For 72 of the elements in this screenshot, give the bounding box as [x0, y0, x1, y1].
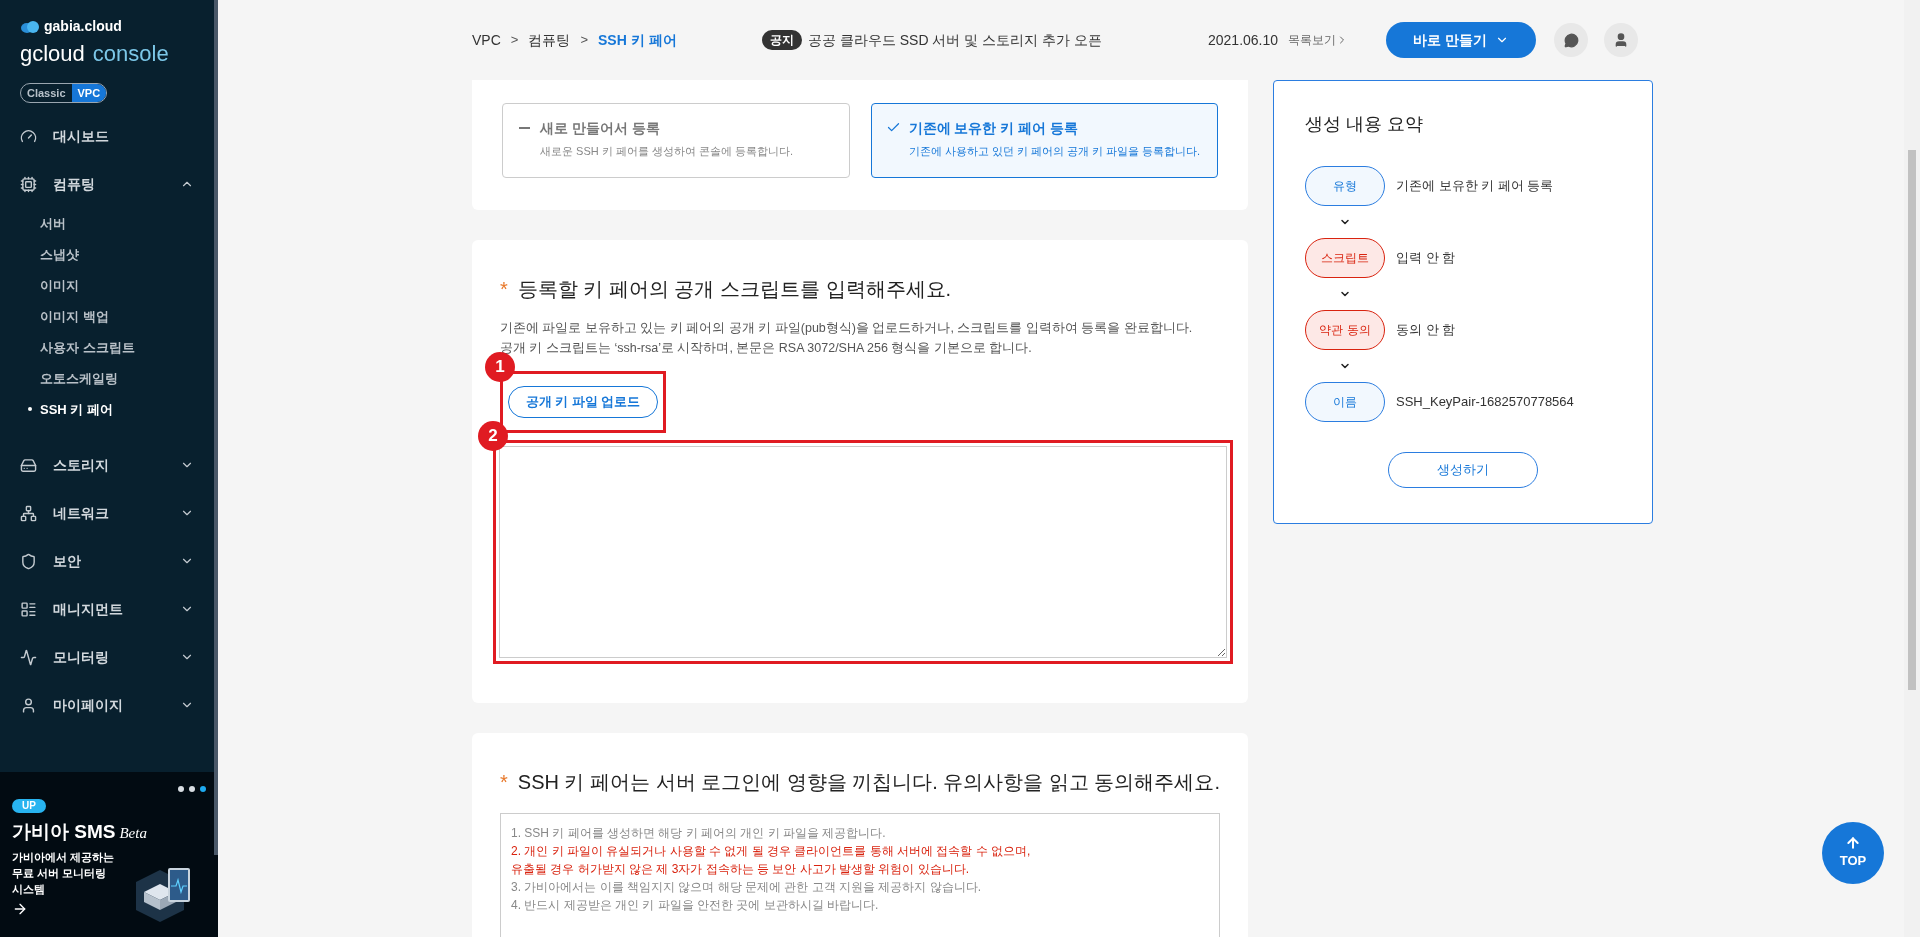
step-tag: 약관 동의: [1305, 310, 1385, 350]
nav-item[interactable]: 모니터링: [20, 633, 218, 681]
page-scrollbar[interactable]: [1904, 0, 1920, 937]
promo-text: 무료 서버 모니터링: [12, 865, 108, 881]
breadcrumb-separator: >: [580, 31, 588, 50]
console-title: gcloud: [20, 40, 85, 68]
terms-text: 3. 가비아에서는 이를 책임지지 않으며 해당 문제에 관한 고객 지원을 제공하지 않습니다.: [511, 879, 982, 896]
nav-item[interactable]: 컴퓨팅: [20, 160, 218, 208]
notice-text[interactable]: 공공 클라우드 SSD 서버 및 스토리지 추가 오픈: [808, 29, 1208, 51]
notice-date: 2021.06.10: [1208, 30, 1279, 50]
update-badge: UP: [12, 799, 46, 813]
nav-subitem[interactable]: 이미지: [20, 270, 218, 301]
breadcrumb-separator: >: [510, 31, 519, 50]
step-tag: 스크립트: [1305, 238, 1385, 278]
account-button[interactable]: [1604, 23, 1639, 57]
notice-badge: 공지: [762, 30, 802, 50]
nav-item[interactable]: 매니지먼트: [20, 585, 218, 633]
drive-icon: [20, 456, 37, 474]
step-value: 동의 안 함: [1396, 321, 1456, 340]
breadcrumb-link[interactable]: 컴퓨팅: [528, 29, 571, 51]
type-option[interactable]: 새로 만들어서 등록 새로운 SSH 키 페어를 생성하여 콘솔에 등록합니다.: [502, 103, 850, 178]
breadcrumb-link[interactable]: VPC: [472, 29, 501, 51]
nav-subitem[interactable]: 오토스케일링: [20, 363, 218, 394]
notice-list-link[interactable]: 목록보기: [1288, 31, 1349, 49]
nav-subitem[interactable]: 서버: [20, 208, 218, 239]
nav-item[interactable]: 마이페이지: [20, 681, 218, 729]
summary-title: 생성 내용 요약: [1305, 113, 1424, 136]
network-icon: [20, 504, 37, 522]
sidebar-scrollbar[interactable]: [214, 0, 218, 855]
cloud-logo-icon: [20, 19, 40, 34]
terms-text: 4. 반드시 제공받은 개인 키 파일을 안전한 곳에 보관하시길 바랍니다.: [511, 897, 880, 914]
step-number-badge: 2: [478, 421, 508, 451]
terms-text: 2. 개인 키 파일이 유실되거나 사용할 수 없게 될 경우 클라이언트를 통해 서버에 접속할 수 없으며,: [511, 843, 1032, 860]
step-value: 입력 안 함: [1396, 249, 1456, 268]
console-title-accent: console: [92, 40, 169, 68]
promo-text: 시스템: [12, 881, 46, 897]
nav-item[interactable]: 보안: [20, 537, 218, 585]
step-value: 기존에 보유한 키 페어 등록: [1396, 177, 1554, 196]
brand-name: gabia.cloud: [44, 17, 122, 36]
promo-title: 가비아 SMS: [12, 820, 116, 844]
required-mark: *: [500, 770, 508, 795]
person-icon: [20, 696, 37, 714]
section-title: 등록할 키 페어의 공개 스크립트를 입력해주세요.: [517, 277, 952, 302]
promo-title-suffix: Beta: [119, 824, 147, 843]
step-value: SSH_KeyPair-1682570778564: [1396, 393, 1574, 412]
scroll-to-top-button[interactable]: TOP: [1822, 822, 1884, 884]
required-mark: *: [500, 277, 508, 302]
gauge-icon: [20, 127, 37, 145]
grid-icon: [20, 600, 37, 618]
step-tag: 유형: [1305, 166, 1385, 206]
terms-text: 1. SSH 키 페어를 생성하면 해당 키 페어의 개인 키 파일을 제공합니다.: [511, 825, 887, 842]
chip-icon: [20, 175, 37, 193]
promo-text: 가비아에서 제공하는: [12, 849, 116, 865]
type-option[interactable]: 기존에 보유한 키 페어 등록 기존에 사용하고 있던 키 페어의 공개 키 파일을 등록합니다.: [870, 103, 1218, 178]
nav-subitem[interactable]: 스냅샷: [20, 239, 218, 270]
description-text: 기존에 파일로 보유하고 있는 키 페어의 공개 키 파일(pub형식)을 업로드하거나, 스크립트를 입력하여 등록을 완료합니다.: [500, 320, 1194, 337]
mode-toggle-option[interactable]: VPC: [71, 84, 107, 102]
breadcrumb-link[interactable]: SSH 키 페어: [598, 29, 677, 51]
mode-toggle-option[interactable]: Classic: [21, 84, 72, 102]
section-title: SSH 키 페어는 서버 로그인에 영향을 끼칩니다. 유의사항을 읽고 동의해주세요.: [517, 770, 1221, 795]
nav-item[interactable]: 대시보드: [20, 112, 218, 160]
pulse-icon: [20, 648, 37, 666]
chat-bubble-icon: [1563, 32, 1579, 48]
nav-subitem[interactable]: 이미지 백업: [20, 301, 218, 332]
nav-subitem[interactable]: 사용자 스크립트: [20, 332, 218, 363]
nav-item[interactable]: 스토리지: [20, 441, 218, 489]
terms-text: 유출될 경우 허가받지 않은 제 3자가 접속하는 등 보안 사고가 발생할 위험이 있습니다.: [511, 861, 970, 878]
shield-icon: [20, 552, 37, 570]
create-now-button[interactable]: 바로 만들기: [1386, 22, 1537, 58]
chat-button[interactable]: [1554, 23, 1589, 57]
dash-icon: [519, 127, 530, 129]
step-tag: 이름: [1305, 382, 1385, 422]
